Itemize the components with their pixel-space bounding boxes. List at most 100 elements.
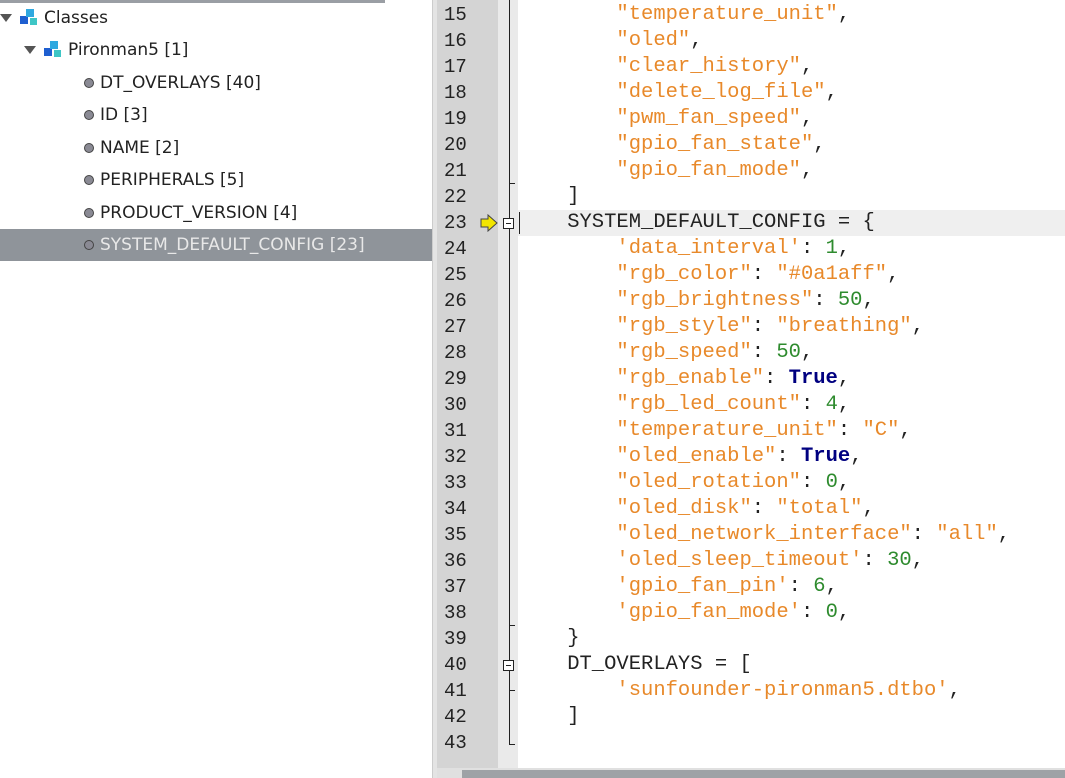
code-text: , (837, 601, 851, 624)
code-line[interactable]: "oled_network_interface": "all", (518, 522, 1065, 548)
code-text: , (837, 471, 851, 494)
code-text: , (862, 497, 875, 520)
tree-item-label: DT_OVERLAYS [40] (100, 73, 261, 93)
classes-icon (20, 9, 37, 25)
line-number: 18 (444, 82, 467, 104)
tree-item-member[interactable]: PRODUCT_VERSION [4] (0, 197, 432, 229)
tree-item-member[interactable]: ID [3] (0, 99, 432, 131)
code-line[interactable]: "oled_enable": True, (518, 444, 1065, 470)
tree-item-member[interactable]: NAME [2] (0, 132, 432, 164)
fold-end-marker (509, 690, 515, 691)
line-number: 24 (444, 238, 467, 260)
code-line[interactable]: SYSTEM_DEFAULT_CONFIG = { (518, 210, 1065, 236)
tree-item-classes[interactable]: Classes (0, 2, 432, 34)
code-text: : (800, 471, 826, 494)
number-literal: 50 (837, 289, 863, 312)
fold-end-marker (509, 625, 515, 626)
number-literal: 0 (825, 471, 838, 494)
code-line[interactable]: "gpio_fan_state", (518, 132, 1065, 158)
code-text: , (800, 107, 814, 130)
code-line[interactable]: "rgb_speed": 50, (518, 340, 1065, 366)
code-text: , (837, 3, 851, 26)
code-text: : (862, 549, 888, 572)
number-literal: 1 (825, 237, 838, 260)
tree-item-label: ID [3] (100, 105, 148, 126)
code-text: , (899, 419, 912, 442)
line-number: 40 (444, 654, 467, 676)
code-line[interactable]: "rgb_brightness": 50, (518, 288, 1065, 314)
code-line[interactable]: "rgb_enable": True, (518, 366, 1065, 392)
code-text: , (837, 393, 851, 416)
tree-item-label: PERIPHERALS [5] (100, 170, 245, 191)
code-line[interactable]: "oled_disk": "total", (518, 496, 1065, 522)
line-number: 37 (444, 576, 467, 598)
code-text: , (800, 159, 814, 182)
code-line[interactable]: "clear_history", (518, 54, 1065, 80)
line-number: 38 (444, 602, 467, 624)
code-line[interactable]: "pwm_fan_speed", (518, 106, 1065, 132)
string-literal: "rgb_speed" (616, 341, 752, 364)
line-number: 19 (444, 108, 467, 130)
string-literal: "rgb_brightness" (616, 289, 814, 312)
horizontal-scrollbar[interactable] (437, 768, 1065, 778)
code-text: , (837, 367, 851, 390)
fold-end-marker (509, 183, 515, 184)
code-text: : (751, 315, 777, 338)
fold-toggle-icon[interactable] (503, 660, 514, 671)
code-line[interactable]: "rgb_led_count": 4, (518, 392, 1065, 418)
tree-item-label: SYSTEM_DEFAULT_CONFIG [23] (100, 235, 365, 255)
code-line[interactable]: "rgb_style": "breathing", (518, 314, 1065, 340)
code-text: ] (518, 185, 580, 208)
code-text: : (813, 289, 838, 312)
code-line[interactable]: "oled_rotation": 0, (518, 470, 1065, 496)
code-line[interactable]: 'gpio_fan_mode': 0, (518, 600, 1065, 626)
code-line[interactable]: "gpio_fan_mode", (518, 158, 1065, 184)
fold-toggle-icon[interactable] (503, 218, 514, 229)
tree-item-member[interactable]: PERIPHERALS [5] (0, 164, 432, 196)
string-literal: "breathing" (776, 315, 912, 338)
scrollbar-thumb[interactable] (462, 770, 1065, 778)
code-line[interactable]: "temperature_unit", (518, 2, 1065, 28)
line-number: 23 (444, 212, 467, 234)
code-line[interactable]: ] (518, 184, 1065, 210)
code-line[interactable]: ] (518, 704, 1065, 730)
code-line[interactable]: "rgb_color": "#0a1aff", (518, 262, 1065, 288)
line-number: 22 (444, 186, 467, 208)
attribute-icon (84, 110, 94, 121)
number-literal: 30 (887, 549, 912, 572)
code-line[interactable]: DT_OVERLAYS = [ (518, 652, 1065, 678)
code-line[interactable]: "oled", (518, 28, 1065, 54)
code-text: , (948, 679, 961, 702)
code-line[interactable]: 'oled_sleep_timeout': 30, (518, 548, 1065, 574)
code-line[interactable] (518, 730, 1065, 756)
code-text: ] (518, 705, 580, 728)
line-number: 27 (444, 316, 467, 338)
code-text: DT_OVERLAYS = [ (518, 653, 752, 676)
expand-arrow-icon[interactable] (0, 14, 12, 22)
code-text: } (518, 627, 580, 650)
code-line[interactable]: "delete_log_file", (518, 80, 1065, 106)
text-caret (519, 212, 520, 234)
code-line[interactable]: } (518, 626, 1065, 652)
code-line[interactable]: 'gpio_fan_pin': 6, (518, 574, 1065, 600)
code-line[interactable]: 'sunfounder-pironman5.dtbo', (518, 678, 1065, 704)
tree-item-member[interactable]: SYSTEM_DEFAULT_CONFIG [23] (0, 229, 432, 261)
code-line[interactable]: "temperature_unit": "C", (518, 418, 1065, 444)
class-icon (44, 41, 61, 57)
tree-item-member[interactable]: DT_OVERLAYS [40] (0, 67, 432, 99)
code-text: : (764, 367, 789, 390)
code-line[interactable]: 'data_interval': 1, (518, 236, 1065, 262)
number-literal: 6 (813, 575, 826, 598)
string-literal: "all" (936, 523, 998, 546)
line-number: 35 (444, 524, 467, 546)
tree-item-pironman5[interactable]: Pironman5 [1] (0, 34, 432, 66)
string-literal: "oled_enable" (616, 445, 777, 468)
expand-arrow-icon[interactable] (24, 46, 36, 54)
